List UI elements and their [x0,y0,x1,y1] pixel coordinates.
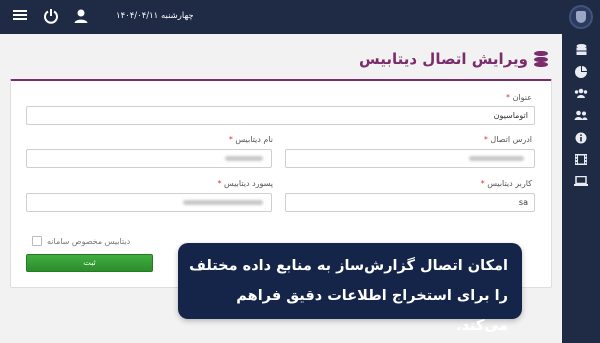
database-password-input[interactable] [26,193,272,212]
page-header: ویرایش اتصال دیتابیس [359,46,548,72]
current-date: چهارشنبه ۱۴۰۴/۰۴/۱۱ [116,11,194,21]
database-icon[interactable] [574,44,588,56]
database-user-label: کاربر دیتابیس * [480,179,532,188]
database-name-input[interactable] [26,149,272,168]
submit-button[interactable]: ثبت [26,254,153,272]
database-name-label: نام دیتابیس * [228,135,273,144]
connection-address-input[interactable] [285,149,535,168]
masked-value [183,200,263,205]
feature-callout: امکان اتصال گزارش‌ساز به منابع داده مختل… [178,243,522,334]
pie-chart-icon[interactable] [574,66,588,78]
user-icon[interactable] [73,8,89,28]
hamburger-icon[interactable] [13,8,27,26]
connection-address-label: ادرس اتصال * [483,135,532,144]
database-icon [534,51,548,67]
title-label: عنوان * [506,93,532,102]
sidebar [562,34,600,343]
system-db-checkbox-label: دیتابیس مخصوص سامانه [47,236,131,246]
title-input[interactable]: اتوماسیون [26,106,535,125]
masked-value [225,156,263,161]
users-icon[interactable] [574,88,588,100]
system-db-checkbox[interactable] [32,236,42,246]
power-icon[interactable] [43,8,59,28]
masked-value [469,156,524,161]
app-logo[interactable] [569,5,593,29]
database-password-label: پسورد دیتابیس * [217,179,274,188]
page-title: ویرایش اتصال دیتابیس [359,50,528,68]
film-icon[interactable] [574,154,588,166]
callout-text: امکان اتصال گزارش‌ساز به منابع داده مختل… [189,258,508,334]
user-group-icon[interactable] [574,110,588,122]
database-user-input[interactable]: sa [285,193,535,212]
top-bar: چهارشنبه ۱۴۰۴/۰۴/۱۱ [0,0,600,34]
system-db-option[interactable]: دیتابیس مخصوص سامانه [32,235,130,247]
laptop-icon[interactable] [574,175,588,188]
info-icon[interactable] [574,132,588,144]
